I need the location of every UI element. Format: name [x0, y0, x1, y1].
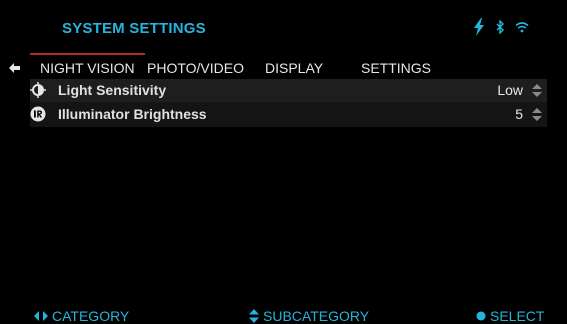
ir-icon — [30, 106, 46, 122]
settings-list: Light Sensitivity Low Illuminator Bright… — [30, 79, 547, 127]
back-arrow-icon[interactable] — [6, 59, 24, 77]
tab-bar: NIGHT VISION PHOTO/VIDEO DISPLAY SETTING… — [0, 53, 567, 82]
dot-icon — [476, 311, 486, 321]
setting-value: Low — [497, 82, 523, 98]
select-label: SELECT — [490, 308, 545, 324]
category-hint: CATEGORY — [34, 308, 129, 324]
stepper-icon[interactable] — [531, 107, 543, 122]
up-down-arrows-icon — [249, 309, 259, 323]
setting-label: Illuminator Brightness — [58, 106, 207, 122]
device-screen: SYSTEM SETTINGS NIGHT VISION PHOTO/VIDEO… — [0, 0, 567, 324]
footer-hints: CATEGORY SUBCATEGORY SELECT — [0, 300, 567, 324]
left-right-arrows-icon — [34, 311, 48, 321]
header: SYSTEM SETTINGS — [0, 0, 567, 55]
setting-row-illuminator-brightness[interactable]: Illuminator Brightness 5 — [30, 103, 547, 127]
status-icons — [473, 18, 529, 36]
setting-label: Light Sensitivity — [58, 82, 167, 98]
contrast-icon — [30, 82, 46, 98]
setting-value: 5 — [515, 106, 523, 122]
lightning-icon — [473, 18, 485, 36]
tab-night-vision[interactable]: NIGHT VISION — [30, 53, 145, 80]
tab-settings[interactable]: SETTINGS — [361, 58, 431, 80]
select-hint: SELECT — [476, 308, 544, 324]
bluetooth-icon — [495, 20, 505, 34]
tab-display[interactable]: DISPLAY — [265, 58, 323, 80]
stepper-icon[interactable] — [531, 83, 543, 98]
page-title: SYSTEM SETTINGS — [62, 20, 206, 37]
subcategory-hint: SUBCATEGORY — [249, 308, 369, 324]
category-label: CATEGORY — [52, 308, 130, 324]
tab-photo-video[interactable]: PHOTO/VIDEO — [147, 58, 244, 80]
setting-row-light-sensitivity[interactable]: Light Sensitivity Low — [30, 79, 547, 103]
wifi-icon — [515, 21, 529, 33]
subcategory-label: SUBCATEGORY — [263, 308, 370, 324]
